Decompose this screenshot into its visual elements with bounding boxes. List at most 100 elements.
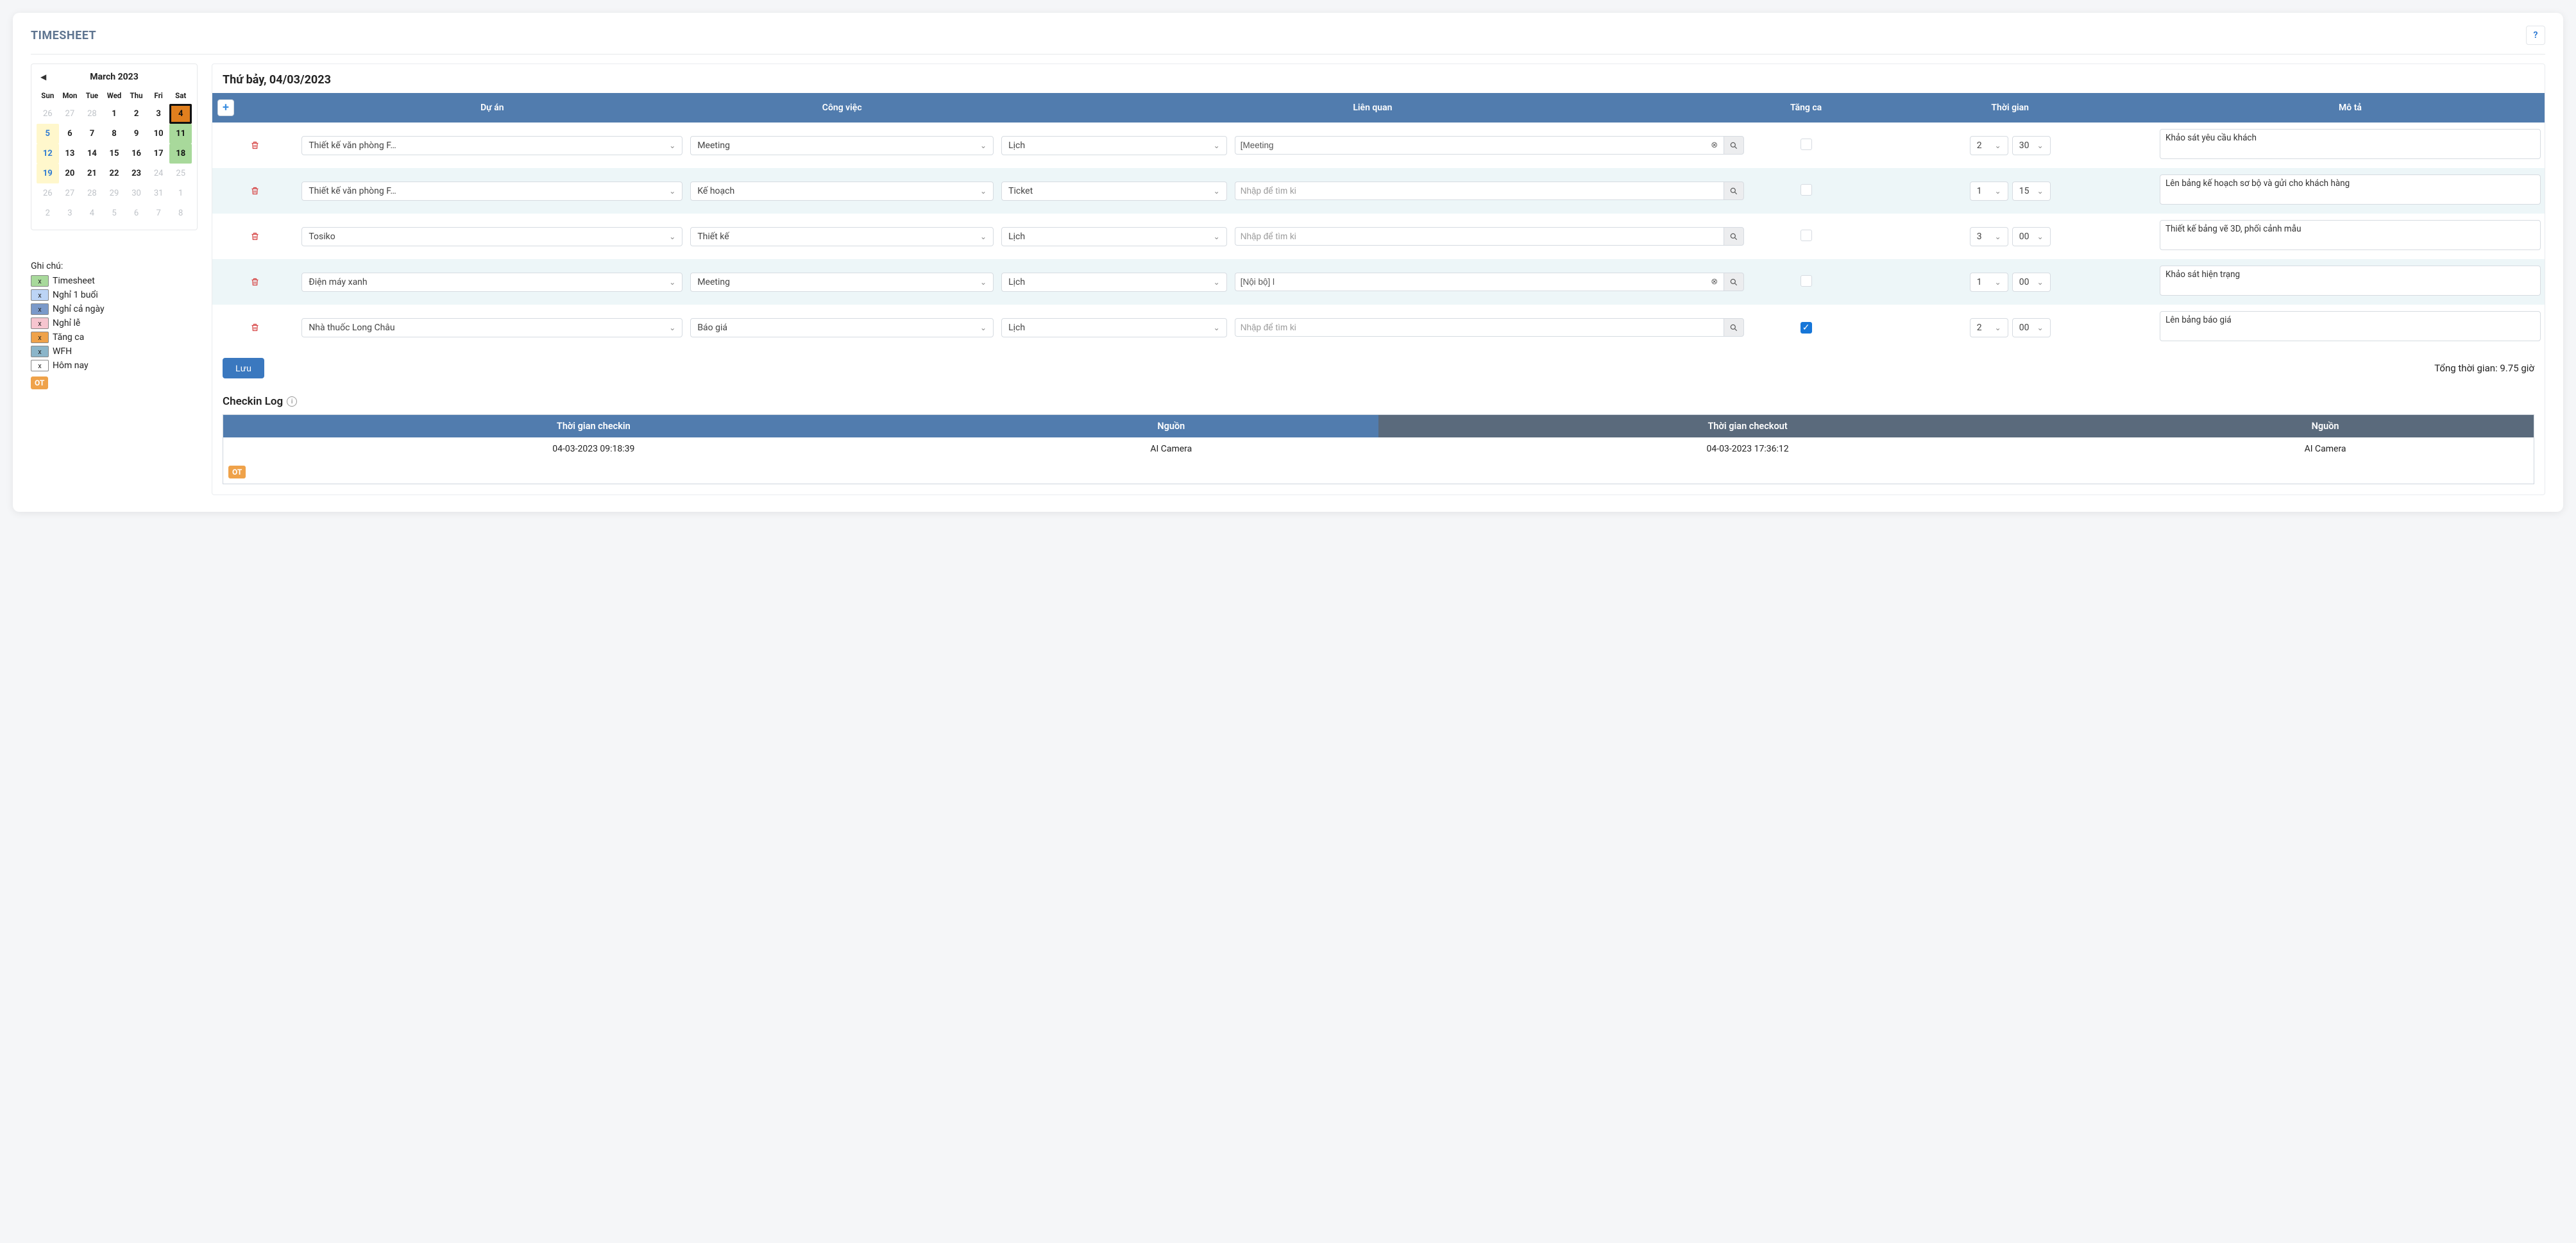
help-button[interactable]: ? bbox=[2526, 26, 2545, 45]
ot-checkbox[interactable] bbox=[1801, 139, 1812, 150]
minutes-select[interactable]: 00⌄ bbox=[2012, 273, 2051, 292]
hours-select[interactable]: 1⌄ bbox=[1970, 182, 2008, 201]
task-select[interactable]: Meeting⌄ bbox=[690, 273, 994, 292]
hours-select[interactable]: 2⌄ bbox=[1970, 318, 2008, 337]
minutes-select[interactable]: 00⌄ bbox=[2012, 318, 2051, 337]
search-related-button[interactable] bbox=[1724, 273, 1744, 291]
project-select[interactable]: Thiết kế văn phòng F…⌄ bbox=[301, 182, 682, 201]
calendar-day[interactable]: 26 bbox=[37, 104, 59, 124]
minutes-select[interactable]: 15⌄ bbox=[2012, 182, 2051, 201]
add-row-button[interactable]: + bbox=[217, 99, 234, 116]
calendar-day[interactable]: 25 bbox=[169, 164, 192, 183]
calendar-day[interactable]: 24 bbox=[148, 164, 170, 183]
description-textarea[interactable] bbox=[2160, 220, 2541, 250]
related-type-select[interactable]: Lịch⌄ bbox=[1001, 136, 1227, 155]
calendar-day[interactable]: 22 bbox=[103, 164, 126, 183]
project-select[interactable]: Điện máy xanh⌄ bbox=[301, 273, 682, 292]
related-type-select[interactable]: Lịch⌄ bbox=[1001, 227, 1227, 246]
hours-select[interactable]: 2⌄ bbox=[1970, 136, 2008, 155]
calendar-day[interactable]: 13 bbox=[59, 144, 81, 164]
delete-row-button[interactable] bbox=[216, 323, 294, 332]
description-textarea[interactable] bbox=[2160, 266, 2541, 296]
calendar-day[interactable]: 17 bbox=[148, 144, 170, 164]
calendar-day[interactable]: 28 bbox=[81, 183, 103, 203]
calendar-day[interactable]: 26 bbox=[37, 183, 59, 203]
calendar-day[interactable]: 4 bbox=[169, 104, 192, 124]
calendar-day[interactable]: 14 bbox=[81, 144, 103, 164]
delete-row-button[interactable] bbox=[216, 140, 294, 150]
calendar-day[interactable]: 30 bbox=[125, 183, 148, 203]
related-input[interactable] bbox=[1235, 273, 1706, 291]
clear-related-button[interactable]: ⊗ bbox=[1706, 273, 1724, 291]
calendar-day[interactable]: 21 bbox=[81, 164, 103, 183]
hours-select[interactable]: 1⌄ bbox=[1970, 273, 2008, 292]
calendar-day[interactable]: 8 bbox=[169, 203, 192, 223]
related-input[interactable] bbox=[1235, 318, 1724, 337]
related-type-select[interactable]: Lịch⌄ bbox=[1001, 273, 1227, 292]
ot-checkbox[interactable]: ✓ bbox=[1801, 322, 1812, 334]
ot-checkbox[interactable] bbox=[1801, 184, 1812, 196]
project-select[interactable]: Tosiko⌄ bbox=[301, 227, 682, 246]
calendar-day[interactable]: 6 bbox=[125, 203, 148, 223]
calendar-day[interactable]: 16 bbox=[125, 144, 148, 164]
calendar-day[interactable]: 3 bbox=[148, 104, 170, 124]
calendar-day[interactable]: 1 bbox=[169, 183, 192, 203]
calendar-day[interactable]: 2 bbox=[37, 203, 59, 223]
task-select[interactable]: Báo giá⌄ bbox=[690, 318, 994, 337]
calendar-day[interactable]: 27 bbox=[59, 183, 81, 203]
project-select[interactable]: Thiết kế văn phòng F…⌄ bbox=[301, 136, 682, 155]
calendar-day[interactable]: 1 bbox=[103, 104, 126, 124]
delete-row-button[interactable] bbox=[216, 232, 294, 241]
task-select[interactable]: Meeting⌄ bbox=[690, 136, 994, 155]
calendar-day[interactable]: 15 bbox=[103, 144, 126, 164]
ot-checkbox[interactable] bbox=[1801, 275, 1812, 287]
calendar-day[interactable]: 19 bbox=[37, 164, 59, 183]
calendar-day[interactable]: 27 bbox=[59, 104, 81, 124]
calendar-day[interactable]: 23 bbox=[125, 164, 148, 183]
search-related-button[interactable] bbox=[1724, 182, 1744, 200]
calendar-day[interactable]: 8 bbox=[103, 124, 126, 144]
calendar-day[interactable]: 18 bbox=[169, 144, 192, 164]
calendar-day[interactable]: 12 bbox=[37, 144, 59, 164]
calendar-day[interactable]: 7 bbox=[148, 203, 170, 223]
calendar-day[interactable]: 7 bbox=[81, 124, 103, 144]
calendar-day[interactable]: 5 bbox=[103, 203, 126, 223]
legend-label: Timesheet bbox=[53, 276, 95, 286]
related-input[interactable] bbox=[1235, 182, 1724, 200]
calendar-day[interactable]: 9 bbox=[125, 124, 148, 144]
save-button[interactable]: Lưu bbox=[223, 358, 264, 378]
search-related-button[interactable] bbox=[1724, 318, 1744, 337]
calendar-day[interactable]: 29 bbox=[103, 183, 126, 203]
calendar-day[interactable]: 3 bbox=[59, 203, 81, 223]
info-icon[interactable]: i bbox=[287, 396, 297, 407]
calendar-day[interactable]: 20 bbox=[59, 164, 81, 183]
calendar-day[interactable]: 5 bbox=[37, 124, 59, 144]
calendar-day[interactable]: 2 bbox=[125, 104, 148, 124]
delete-row-button[interactable] bbox=[216, 277, 294, 287]
minutes-select[interactable]: 30⌄ bbox=[2012, 136, 2051, 155]
minutes-select[interactable]: 00⌄ bbox=[2012, 227, 2051, 246]
ot-checkbox[interactable] bbox=[1801, 230, 1812, 241]
related-input[interactable] bbox=[1235, 227, 1724, 246]
calendar-day[interactable]: 28 bbox=[81, 104, 103, 124]
hours-select[interactable]: 3⌄ bbox=[1970, 227, 2008, 246]
description-textarea[interactable] bbox=[2160, 129, 2541, 159]
delete-row-button[interactable] bbox=[216, 186, 294, 196]
related-type-select[interactable]: Lịch⌄ bbox=[1001, 318, 1227, 337]
description-textarea[interactable] bbox=[2160, 311, 2541, 341]
search-related-button[interactable] bbox=[1724, 136, 1744, 155]
calendar-day[interactable]: 11 bbox=[169, 124, 192, 144]
calendar-prev-button[interactable]: ◀ bbox=[40, 72, 46, 81]
related-type-select[interactable]: Ticket⌄ bbox=[1001, 182, 1227, 201]
search-related-button[interactable] bbox=[1724, 227, 1744, 246]
related-input[interactable] bbox=[1235, 136, 1706, 155]
project-select[interactable]: Nhà thuốc Long Châu⌄ bbox=[301, 318, 682, 337]
description-textarea[interactable] bbox=[2160, 174, 2541, 205]
task-select[interactable]: Kế hoạch⌄ bbox=[690, 182, 994, 201]
calendar-day[interactable]: 10 bbox=[148, 124, 170, 144]
calendar-day[interactable]: 4 bbox=[81, 203, 103, 223]
clear-related-button[interactable]: ⊗ bbox=[1706, 136, 1724, 155]
calendar-day[interactable]: 31 bbox=[148, 183, 170, 203]
task-select[interactable]: Thiết kế⌄ bbox=[690, 227, 994, 246]
calendar-day[interactable]: 6 bbox=[59, 124, 81, 144]
